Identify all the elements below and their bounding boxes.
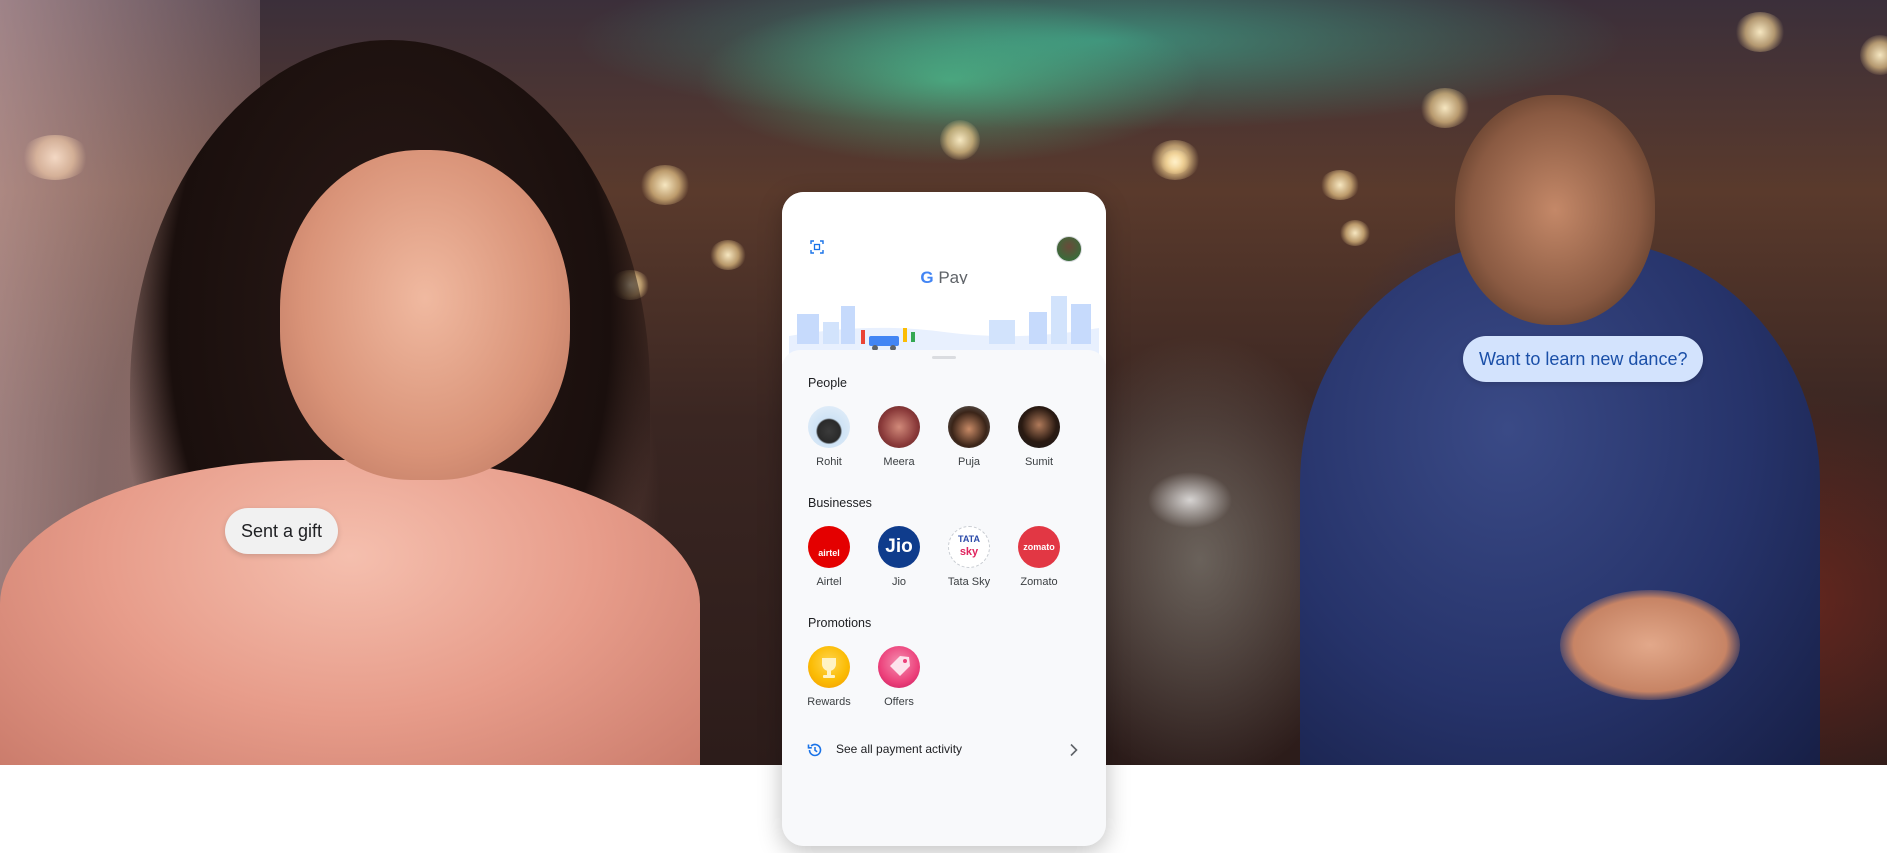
- businesses-row: airtel Airtel Jio Jio TATA sky Tata Sky: [808, 526, 1088, 590]
- history-icon: [807, 743, 822, 757]
- sent-gift-bubble: Sent a gift: [225, 508, 339, 554]
- learn-dance-bubble: Want to learn new dance?: [1463, 336, 1704, 382]
- bottom-sheet: People Rohit Meera Puja Sumit Businesses: [782, 350, 1106, 846]
- contact-label: Sumit: [1024, 456, 1054, 468]
- business-label: Airtel: [816, 576, 842, 588]
- promotions-row: Rewards Offers: [807, 646, 1088, 710]
- contact-meera[interactable]: Meera: [866, 406, 932, 468]
- contact-label: Rohit: [816, 456, 842, 468]
- tata-sky-logo-bottom: sky: [959, 546, 979, 558]
- tata-sky-logo-icon: TATA sky: [948, 526, 990, 568]
- business-jio[interactable]: Jio Jio: [866, 526, 932, 588]
- trophy-icon: [808, 646, 850, 688]
- contact-label: Puja: [957, 456, 981, 468]
- people-row: Rohit Meera Puja Sumit: [808, 406, 1088, 470]
- contact-rohit[interactable]: Rohit: [796, 406, 862, 468]
- business-label: Zomato: [1020, 576, 1058, 588]
- contact-puja[interactable]: Puja: [936, 406, 1002, 468]
- airtel-logo-icon: airtel: [808, 526, 850, 568]
- phone-mockup: G Pay People Rohit Meera Puja Sumit Busi…: [782, 192, 1106, 846]
- see-all-payment-activity-row[interactable]: See all payment activity: [806, 739, 1088, 761]
- avatar: [808, 406, 850, 448]
- app-header: G Pay: [782, 192, 1106, 364]
- business-label: Jio: [891, 576, 907, 588]
- people-section-title: People: [808, 376, 847, 390]
- contact-sumit[interactable]: Sumit: [1006, 406, 1072, 468]
- promotion-label: Rewards: [807, 696, 851, 708]
- sheet-handle[interactable]: [932, 356, 956, 359]
- business-zomato[interactable]: zomato Zomato: [1006, 526, 1072, 588]
- profile-avatar[interactable]: [1056, 236, 1082, 262]
- business-airtel[interactable]: airtel Airtel: [796, 526, 862, 588]
- business-tata-sky[interactable]: TATA sky Tata Sky: [936, 526, 1002, 588]
- tata-sky-logo-top: TATA: [958, 534, 980, 544]
- promotion-label: Offers: [884, 696, 914, 708]
- zomato-logo-text: zomato: [1023, 542, 1055, 552]
- scan-qr-icon[interactable]: [810, 240, 824, 254]
- promotions-section-title: Promotions: [808, 616, 872, 630]
- airtel-logo-text: airtel: [818, 548, 840, 558]
- jio-logo-icon: Jio: [878, 526, 920, 568]
- contact-label: Meera: [883, 456, 915, 468]
- see-all-payment-activity-label: See all payment activity: [836, 742, 963, 756]
- avatar: [878, 406, 920, 448]
- jio-logo-text: Jio: [885, 536, 913, 557]
- avatar: [1018, 406, 1060, 448]
- promotion-offers[interactable]: Offers: [866, 646, 932, 708]
- zomato-logo-icon: zomato: [1018, 526, 1060, 568]
- chevron-right-icon: [1070, 743, 1078, 757]
- avatar: [948, 406, 990, 448]
- tag-icon: [878, 646, 920, 688]
- promotion-rewards[interactable]: Rewards: [796, 646, 862, 708]
- businesses-section-title: Businesses: [808, 496, 872, 510]
- business-label: Tata Sky: [947, 576, 991, 588]
